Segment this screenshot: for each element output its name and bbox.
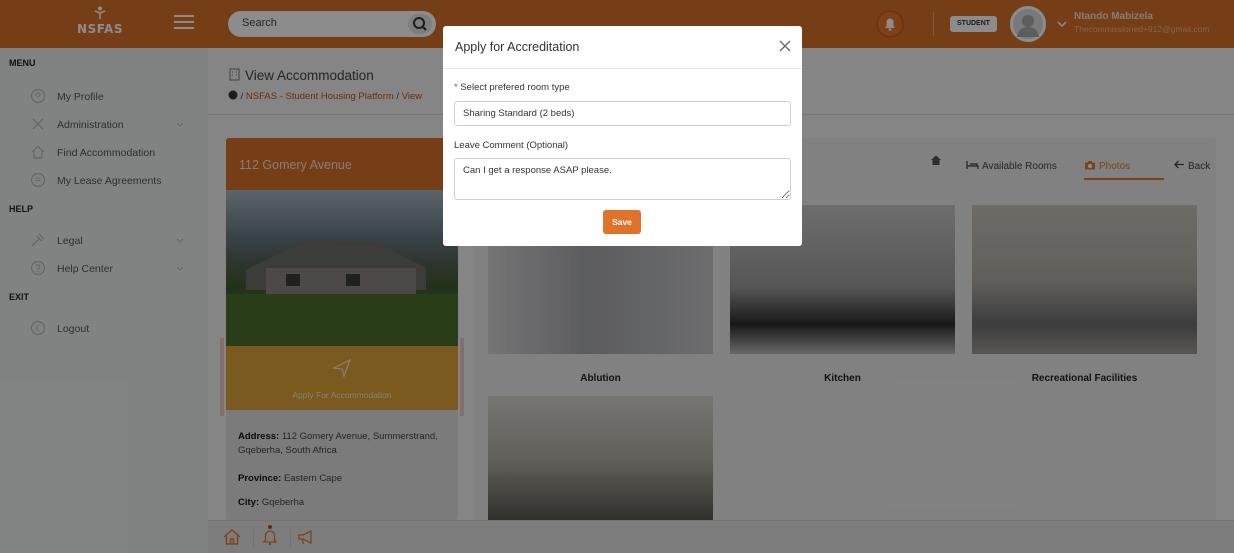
room-type-label: * Select prefered room type [454, 82, 570, 93]
comment-label: Leave Comment (Optional) [454, 140, 569, 151]
accreditation-modal: Apply for Accreditation * Select prefere… [443, 26, 802, 246]
room-type-field[interactable] [454, 101, 791, 126]
close-icon[interactable] [777, 38, 793, 54]
room-type-label-text: Select prefered room type [460, 82, 570, 93]
modal-title: Apply for Accreditation [455, 40, 580, 54]
save-button[interactable]: Save [603, 210, 641, 234]
comment-textarea[interactable]: Can I get a response ASAP please. [454, 158, 791, 200]
modal-divider [443, 68, 802, 69]
